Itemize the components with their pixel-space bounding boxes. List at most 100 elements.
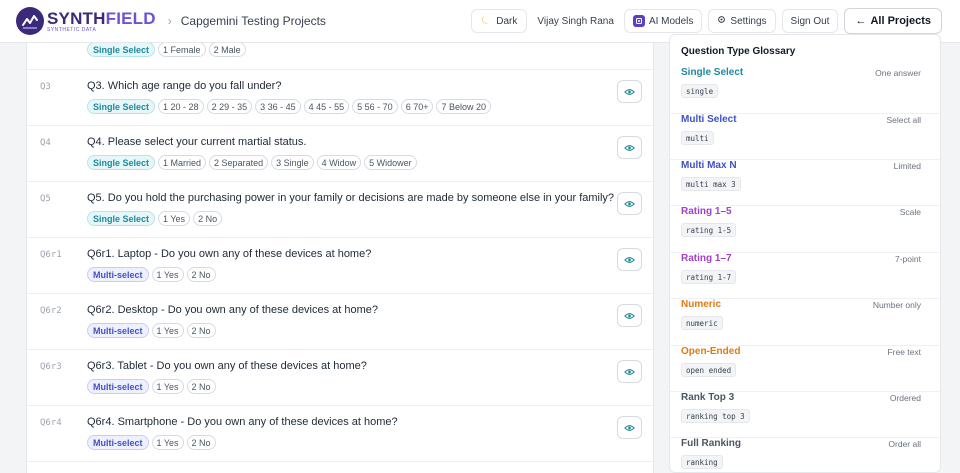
question-type-badge: Multi-select (87, 267, 149, 282)
question-id: Q6r1 (40, 250, 62, 260)
glossary-item-name: Multi Max N (681, 160, 737, 171)
settings-button[interactable]: Settings (708, 9, 776, 33)
glossary-item-desc: Free text (887, 347, 921, 357)
question-row: Single Select 1 Female 2 Male (27, 43, 653, 70)
glossary-item-code: multi (681, 131, 714, 145)
option-chip: 2 Separated (209, 155, 269, 170)
glossary-item-code: rating 1-5 (681, 223, 737, 237)
user-name: Vijay Singh Rana (537, 15, 614, 27)
question-type-badge: Multi-select (87, 323, 149, 338)
glossary-item-name: Rank Top 3 (681, 392, 735, 403)
question-id: Q4 (40, 138, 51, 148)
view-question-button[interactable] (617, 80, 642, 103)
question-id: Q6r2 (40, 306, 62, 316)
question-row: Q6r4 Q6r4. Smartphone - Do you own any o… (27, 406, 653, 462)
glossary-item: Numeric Number only numeric (670, 299, 940, 346)
glossary-item-name: Multi Select (681, 114, 737, 125)
question-type-glossary: Question Type Glossary Single Select One… (669, 34, 941, 473)
sign-out-button[interactable]: Sign Out (781, 9, 839, 33)
question-row: Q5 Q5. Do you hold the purchasing power … (27, 182, 653, 238)
option-chip: 3 Single (271, 155, 314, 170)
eye-icon (624, 195, 635, 213)
glossary-item: Rank Top 3 Ordered ranking top 3 (670, 392, 940, 438)
question-text: Q6r4. Smartphone - Do you own any of the… (87, 416, 398, 428)
view-question-button[interactable] (617, 416, 642, 439)
logo-mark-icon (16, 7, 44, 35)
option-chip: 3 36 - 45 (255, 99, 301, 114)
option-chip: 1 Yes (158, 211, 191, 226)
option-chips: Single Select 1 Female 2 Male (87, 43, 246, 57)
eye-icon (624, 139, 635, 157)
question-text: Q5. Do you hold the purchasing power in … (87, 192, 615, 204)
glossary-item: Rating 1–5 Scale rating 1-5 (670, 206, 940, 253)
glossary-item-desc: 7-point (895, 254, 921, 264)
option-chips: Single Select 1 Yes 2 No (87, 211, 223, 226)
glossary-item-desc: Limited (893, 161, 921, 171)
question-type-badge: Single Select (87, 99, 156, 114)
question-type-badge: Multi-select (87, 435, 149, 450)
chevron-right-icon: › (167, 14, 172, 28)
option-chip: 1 Yes (151, 435, 184, 450)
glossary-item: Multi Select Select all multi (670, 114, 940, 160)
option-chip: 2 Male (208, 43, 246, 57)
option-chip: 6 70+ (400, 99, 434, 114)
glossary-title: Question Type Glossary (681, 46, 796, 57)
view-question-button[interactable] (617, 136, 642, 159)
ai-models-button[interactable]: AI Models (623, 9, 703, 33)
option-chip: 1 Yes (151, 267, 184, 282)
view-question-button[interactable] (617, 192, 642, 215)
glossary-item-desc: Scale (899, 207, 921, 217)
synthfield-logo[interactable]: SYNTHFIELD SYNTHETIC DATA (16, 7, 156, 35)
glossary-item: Multi Max N Limited multi max 3 (670, 160, 940, 206)
question-type-badge: Single Select (87, 43, 156, 57)
glossary-item-name: Full Ranking (681, 438, 741, 449)
option-chip: 2 No (186, 323, 216, 338)
option-chip: 2 29 - 35 (206, 99, 253, 114)
arrow-left-icon: ← (855, 15, 867, 27)
view-question-button[interactable] (617, 248, 642, 271)
view-question-button[interactable] (617, 360, 642, 383)
ai-chip-icon (632, 15, 645, 27)
question-id: Q5 (40, 194, 51, 204)
option-chip: 2 No (186, 267, 216, 282)
option-chip: 1 Female (158, 43, 206, 57)
option-chips: Multi-select 1 Yes 2 No (87, 323, 216, 338)
question-row: Q6r2 Q6r2. Desktop - Do you own any of t… (27, 294, 653, 350)
option-chip: 4 45 - 55 (303, 99, 350, 114)
eye-icon (624, 251, 635, 269)
breadcrumb-project[interactable]: Capgemini Testing Projects (181, 14, 326, 28)
option-chips: Single Select 1 Married 2 Separated 3 Si… (87, 155, 417, 170)
glossary-item-name: Rating 1–5 (681, 206, 732, 217)
glossary-item-code: single (681, 84, 719, 98)
option-chip: 1 20 - 28 (158, 99, 204, 114)
option-chips: Multi-select 1 Yes 2 No (87, 379, 216, 394)
eye-icon (624, 363, 635, 381)
question-text: Q4. Please select your current martial s… (87, 136, 307, 148)
option-chip: 5 56 - 70 (352, 99, 398, 114)
option-chip: 2 No (186, 435, 216, 450)
glossary-item-desc: Order all (888, 439, 921, 449)
question-type-badge: Single Select (87, 211, 156, 226)
question-id: Q6r3 (40, 362, 62, 372)
dark-mode-button[interactable]: Dark (471, 9, 528, 33)
glossary-item: Open-Ended Free text open ended (670, 346, 940, 392)
glossary-item-code: multi max 3 (681, 177, 741, 191)
question-type-badge: Single Select (87, 155, 156, 170)
view-question-button[interactable] (617, 304, 642, 327)
question-text: Q6r1. Laptop - Do you own any of these d… (87, 248, 372, 260)
all-projects-button[interactable]: ← All Projects (844, 8, 942, 34)
eye-icon (624, 419, 635, 437)
glossary-item: Rating 1–7 7-point rating 1-7 (670, 253, 940, 299)
glossary-item-code: ranking (681, 455, 723, 469)
moon-icon (481, 14, 492, 28)
option-chip: 2 No (186, 379, 216, 394)
option-chip: 4 Widow (316, 155, 362, 170)
glossary-item-name: Single Select (681, 67, 744, 78)
option-chips: Single Select 1 20 - 28 2 29 - 35 3 36 -… (87, 99, 491, 114)
question-text: Q3. Which age range do you fall under? (87, 80, 282, 92)
option-chip: 1 Yes (151, 323, 184, 338)
option-chip: 5 Widower (364, 155, 417, 170)
question-id: Q3 (40, 82, 51, 92)
glossary-item-code: numeric (681, 316, 723, 330)
question-list: Single Select 1 Female 2 Male Q3 Q3. Whi… (26, 43, 654, 473)
